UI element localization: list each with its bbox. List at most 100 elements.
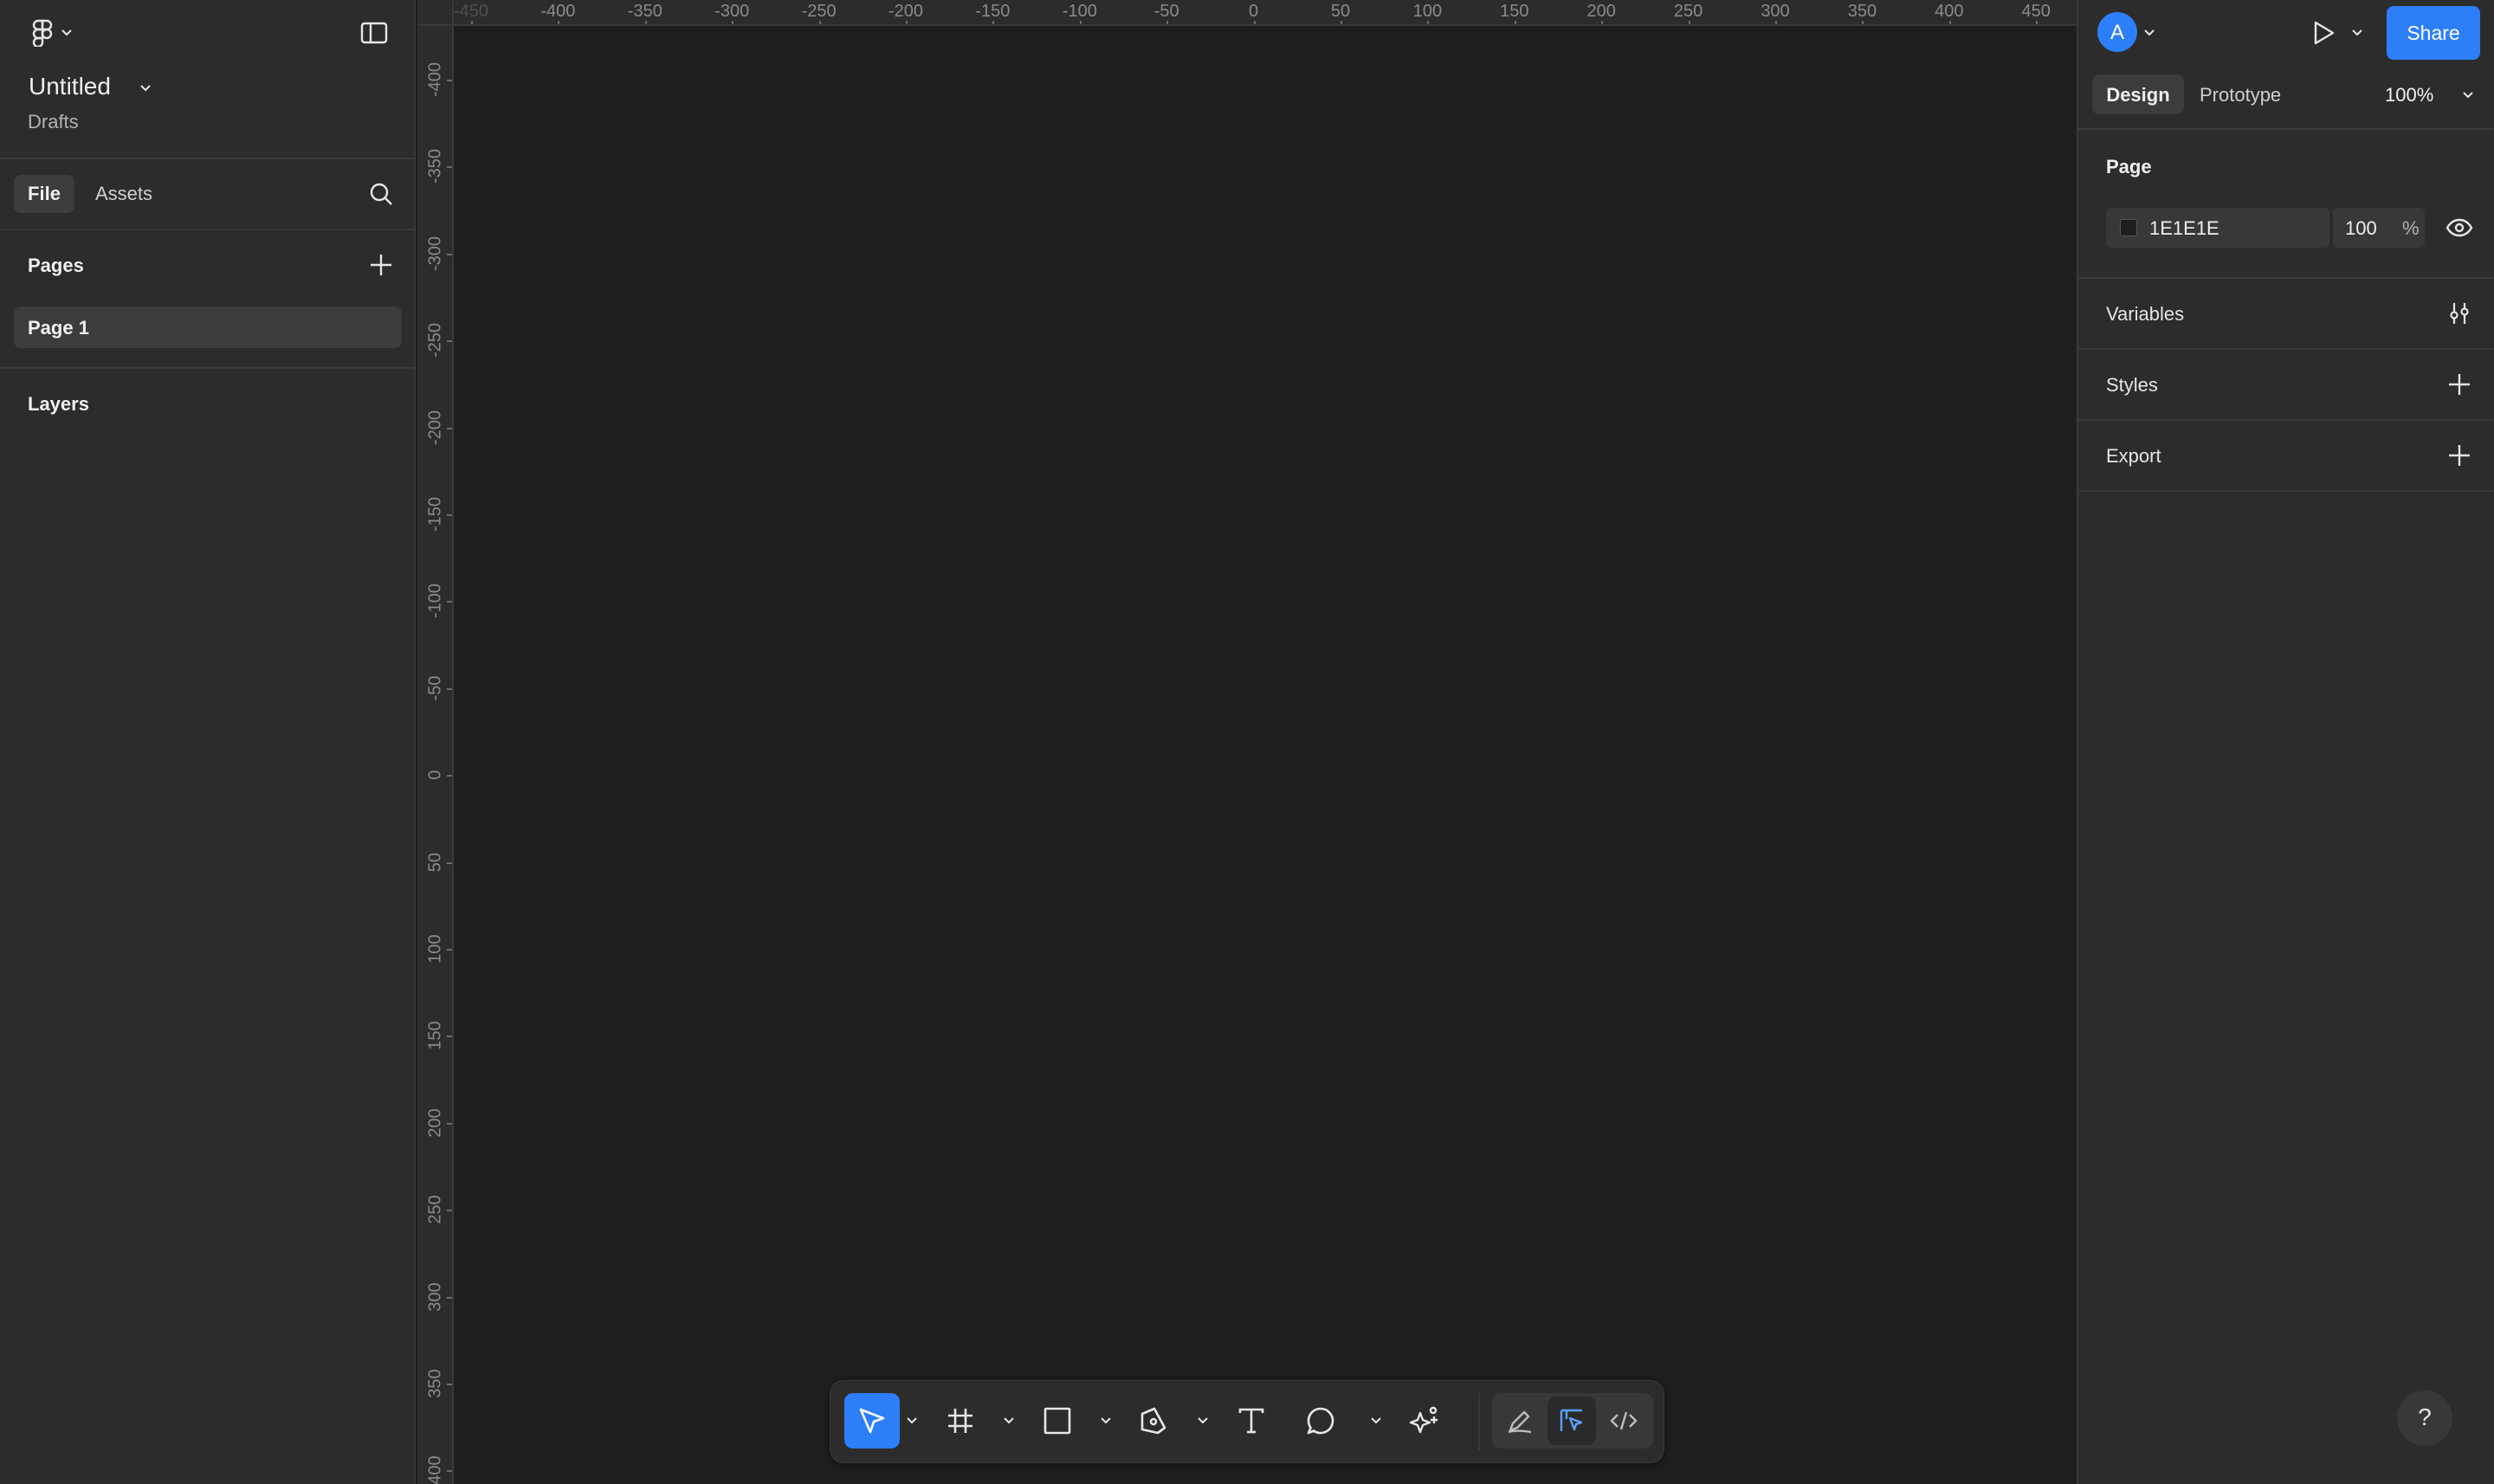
ruler-tick-label: 150	[425, 1021, 445, 1051]
ruler-tick	[447, 514, 452, 516]
divider	[0, 367, 414, 369]
pen-nib-icon	[1139, 1405, 1170, 1436]
ruler-tick-label: -250	[801, 2, 837, 21]
frame-tool-menu[interactable]	[1000, 1412, 1018, 1429]
tab-file[interactable]: File	[14, 175, 74, 213]
tab-prototype[interactable]: Prototype	[2191, 74, 2303, 114]
chevron-down-icon	[907, 1417, 917, 1424]
ruler-tick-label: -150	[425, 496, 445, 532]
divider	[2078, 419, 2494, 421]
add-page-button[interactable]	[362, 248, 400, 282]
ruler-tick	[447, 253, 452, 255]
ruler-tick-label: 350	[1847, 2, 1877, 21]
ruler-tick	[447, 601, 452, 603]
actions-tool[interactable]	[1397, 1393, 1452, 1449]
text-tool[interactable]	[1224, 1393, 1279, 1449]
horizontal-ruler: -450 -400 -350 -300 -250 -200 -150 -100 -50 0 50 10…	[417, 0, 2077, 26]
frame-hash-icon	[947, 1407, 974, 1435]
ruler-tick-label: 100	[425, 934, 445, 964]
page-item-label: Page 1	[28, 317, 89, 339]
move-tool-menu[interactable]	[903, 1412, 921, 1429]
ruler-tick-label: 200	[425, 1108, 445, 1138]
toggle-visibility-button[interactable]	[2440, 210, 2478, 246]
color-swatch[interactable]	[2120, 219, 2137, 236]
ruler-tick-label: -300	[714, 2, 750, 21]
page-opacity-field[interactable]: 100 %	[2333, 208, 2425, 248]
sliders-icon	[2447, 301, 2471, 326]
chevron-down-icon	[1101, 1417, 1111, 1424]
ruler-tick-label: 200	[1586, 2, 1616, 21]
comment-tool[interactable]	[1293, 1393, 1348, 1449]
ruler-tick-label: 400	[1935, 2, 1964, 21]
tab-design[interactable]: Design	[2092, 74, 2184, 114]
canvas[interactable]	[454, 26, 2077, 1484]
ruler-tick-label: 0	[425, 770, 445, 780]
dev-mode[interactable]	[1599, 1397, 1648, 1445]
toggle-sidebar-button[interactable]	[355, 17, 393, 48]
present-button[interactable]	[2305, 14, 2343, 52]
comment-bubble-icon	[1306, 1406, 1335, 1436]
ruler-tick	[447, 687, 452, 690]
avatar-initial: A	[2110, 21, 2124, 44]
chevron-down-icon	[1371, 1417, 1381, 1424]
add-export-button[interactable]	[2440, 438, 2478, 473]
page-color-field[interactable]: 1E1E1E	[2106, 208, 2329, 248]
open-variables-button[interactable]	[2440, 296, 2478, 331]
zoom-dropdown[interactable]: 100%	[2373, 74, 2485, 114]
avatar-menu-chevron[interactable]	[2139, 24, 2160, 42]
page-color-hex[interactable]: 1E1E1E	[2149, 217, 2219, 240]
tab-assets-label: Assets	[95, 183, 153, 204]
file-title-chevron[interactable]	[135, 78, 156, 99]
help-label: ?	[2418, 1403, 2432, 1430]
frame-tool[interactable]	[933, 1393, 988, 1449]
pen-tool[interactable]	[1127, 1393, 1182, 1449]
ruler-tick	[447, 166, 452, 169]
text-t-icon	[1237, 1407, 1265, 1435]
design-cursor-icon	[1559, 1408, 1585, 1434]
ruler-tick	[447, 80, 452, 81]
page-opacity-value[interactable]: 100	[2345, 217, 2377, 240]
search-icon	[369, 182, 393, 206]
avatar[interactable]: A	[2097, 12, 2137, 52]
percent-sign: %	[2402, 217, 2420, 239]
share-button[interactable]: Share	[2387, 6, 2480, 60]
add-style-button[interactable]	[2440, 367, 2478, 402]
chevron-down-icon	[2459, 87, 2477, 104]
ruler-tick-label: 250	[1673, 2, 1703, 21]
ruler-tick-label: 100	[1412, 2, 1443, 21]
export-heading: Export	[2106, 445, 2161, 467]
ruler-tick-label: -200	[425, 410, 445, 445]
pen-tool-menu[interactable]	[1194, 1412, 1211, 1429]
file-location[interactable]: Drafts	[28, 111, 79, 133]
search-button[interactable]	[362, 177, 400, 211]
mode-switcher	[1492, 1393, 1653, 1449]
ruler-tick-label: -50	[425, 675, 445, 701]
rectangle-tool[interactable]	[1030, 1393, 1085, 1449]
ruler-tick	[447, 1036, 452, 1038]
draw-mode[interactable]	[1496, 1397, 1544, 1445]
chevron-down-icon	[1004, 1417, 1014, 1424]
code-brackets-icon	[1610, 1410, 1638, 1432]
chevron-down-icon	[61, 29, 72, 36]
main-menu-button[interactable]	[26, 17, 78, 48]
help-button[interactable]: ?	[2397, 1390, 2452, 1446]
page-list-item[interactable]: Page 1	[14, 306, 402, 348]
sidebar-panel-icon	[360, 22, 388, 44]
draw-pencil-icon	[1507, 1408, 1533, 1434]
ruler-tick-label: 50	[425, 852, 445, 872]
shape-tool-menu[interactable]	[1097, 1412, 1115, 1429]
file-title[interactable]: Untitled	[29, 73, 111, 100]
ruler-tick-label: 300	[425, 1281, 445, 1312]
comment-tool-menu[interactable]	[1367, 1412, 1385, 1429]
design-mode[interactable]	[1547, 1397, 1596, 1445]
vertical-ruler: -400 -350 -300 -250 -200 -150 -100 -50 0 50 100 150…	[417, 26, 454, 1484]
move-tool[interactable]	[844, 1393, 900, 1449]
bottom-toolbar	[830, 1380, 1664, 1463]
tab-assets[interactable]: Assets	[83, 175, 170, 213]
present-options-chevron[interactable]	[2347, 24, 2368, 42]
divider	[0, 229, 414, 230]
ruler-tick-label: 300	[1761, 2, 1790, 21]
plus-icon	[2448, 373, 2471, 396]
ruler-tick-label: 400	[425, 1455, 445, 1484]
ruler-tick	[447, 1122, 452, 1125]
